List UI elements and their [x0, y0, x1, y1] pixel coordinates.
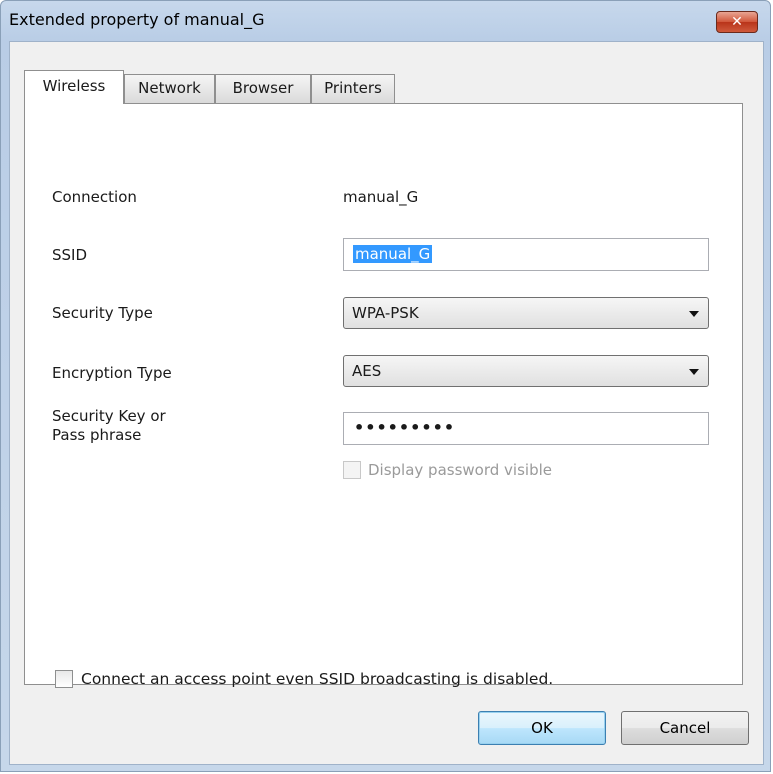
cancel-button[interactable]: Cancel	[621, 711, 749, 745]
encryption-type-value: AES	[352, 362, 382, 380]
security-key-label: Security Key or	[52, 407, 166, 425]
tab-wireless[interactable]: Wireless	[24, 70, 124, 104]
window-title: Extended property of manual_G	[9, 10, 265, 29]
tab-label: Wireless	[42, 77, 106, 95]
encryption-type-label: Encryption Type	[52, 364, 172, 382]
close-button[interactable]: ✕	[716, 11, 758, 33]
display-password-label: Display password visible	[368, 461, 552, 479]
dialog-client-area: Wireless Network Browser Printers Connec…	[9, 41, 764, 765]
broadcast-label: Connect an access point even SSID broadc…	[81, 670, 554, 688]
pass-phrase-label: Pass phrase	[52, 426, 142, 444]
connection-label: Connection	[52, 188, 137, 206]
ssid-input[interactable]: manual_G	[343, 238, 709, 271]
dialog-window: Extended property of manual_G ✕ Wireless…	[0, 0, 771, 772]
security-type-value: WPA-PSK	[352, 304, 419, 322]
close-icon: ✕	[731, 14, 743, 30]
tab-browser[interactable]: Browser	[215, 74, 311, 103]
tab-label: Printers	[324, 79, 382, 97]
security-type-dropdown[interactable]: WPA-PSK	[343, 297, 709, 329]
tab-label: Network	[138, 79, 201, 97]
tab-printers[interactable]: Printers	[311, 74, 395, 103]
broadcast-checkbox[interactable]	[55, 670, 73, 688]
chevron-down-icon	[689, 369, 699, 375]
tab-network[interactable]: Network	[124, 74, 215, 103]
wireless-tab-panel: Connection manual_G SSID manual_G Securi…	[24, 103, 743, 688]
chevron-down-icon	[689, 311, 699, 317]
security-type-label: Security Type	[52, 304, 153, 322]
security-key-masked-value: •••••••••	[354, 418, 456, 437]
tab-label: Browser	[232, 79, 294, 97]
encryption-type-dropdown[interactable]: AES	[343, 355, 709, 387]
ok-button[interactable]: OK	[478, 711, 606, 745]
security-key-input[interactable]: •••••••••	[343, 412, 709, 445]
connection-value: manual_G	[343, 188, 419, 206]
ssid-value-selected: manual_G	[353, 245, 433, 263]
ssid-label: SSID	[52, 246, 88, 264]
display-password-checkbox[interactable]	[343, 461, 361, 479]
title-bar[interactable]: Extended property of manual_G ✕	[1, 1, 770, 41]
